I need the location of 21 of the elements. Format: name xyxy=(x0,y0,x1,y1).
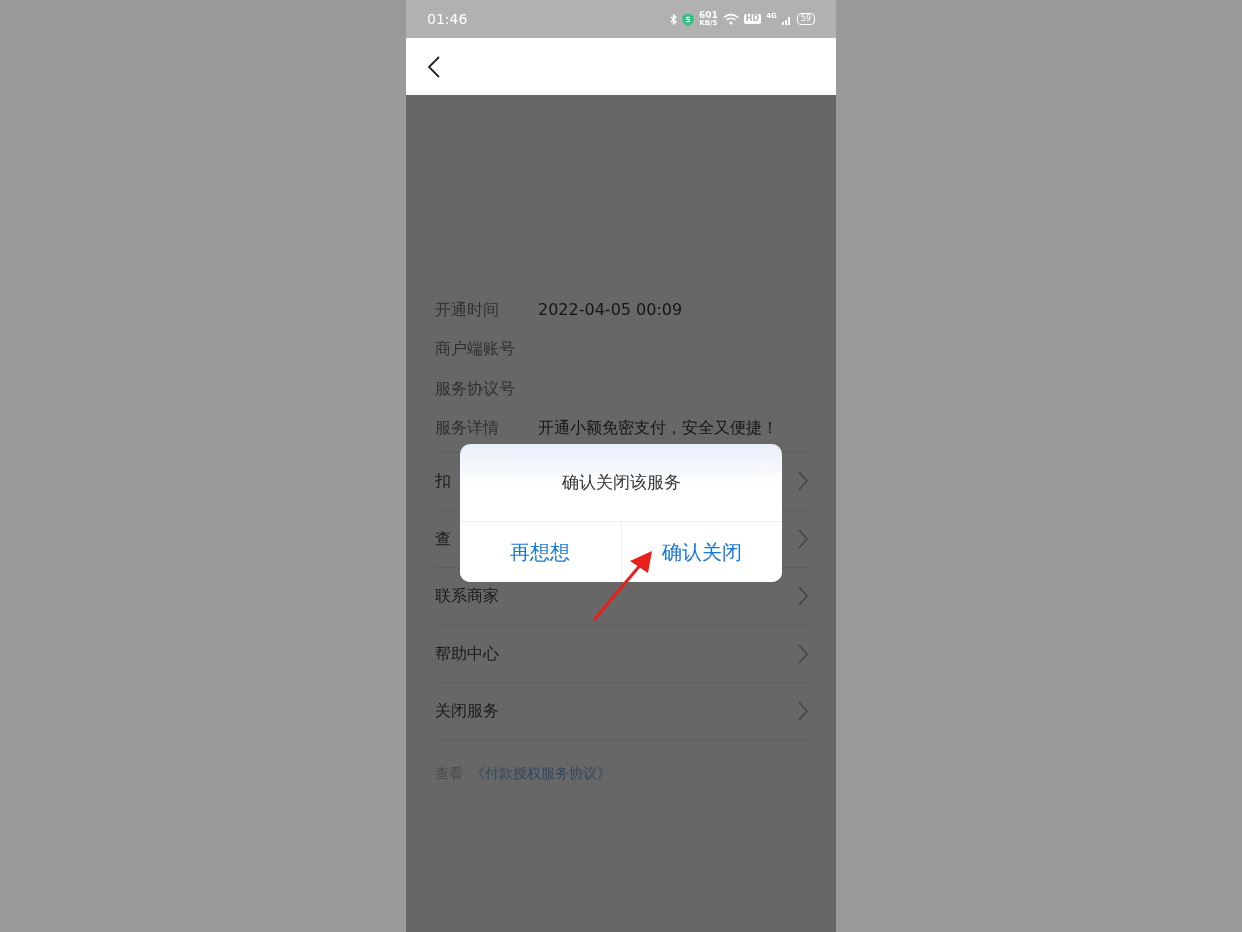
info-value: 2022-04-05 00:09 xyxy=(538,298,683,321)
wifi-icon xyxy=(722,13,739,25)
confirm-button[interactable]: 确认关闭 xyxy=(620,522,782,582)
bluetooth-icon xyxy=(670,13,678,25)
chevron-right-icon xyxy=(798,471,808,492)
back-icon xyxy=(428,55,440,78)
menu-item[interactable]: 查 xyxy=(435,526,451,551)
menu-item[interactable]: 帮助中心 xyxy=(435,641,499,666)
chevron-right-icon xyxy=(798,643,808,664)
menu-item[interactable]: 关闭服务 xyxy=(435,699,499,724)
network-speed: 601 xyxy=(699,11,718,20)
status-time: 01:46 xyxy=(427,9,468,29)
shield-icon xyxy=(682,12,695,26)
menu-item[interactable]: 扣 xyxy=(435,469,451,494)
chevron-right-icon xyxy=(798,701,808,722)
chevron-right-icon xyxy=(798,528,808,549)
menu-item[interactable]: 联系商家 xyxy=(435,584,499,609)
chevron-right-icon xyxy=(798,586,808,607)
battery-level: 59 xyxy=(796,13,815,25)
hd-indicator: HD xyxy=(743,13,762,25)
info-value: 开通小额免密支付，安全又便捷！ xyxy=(538,417,778,440)
